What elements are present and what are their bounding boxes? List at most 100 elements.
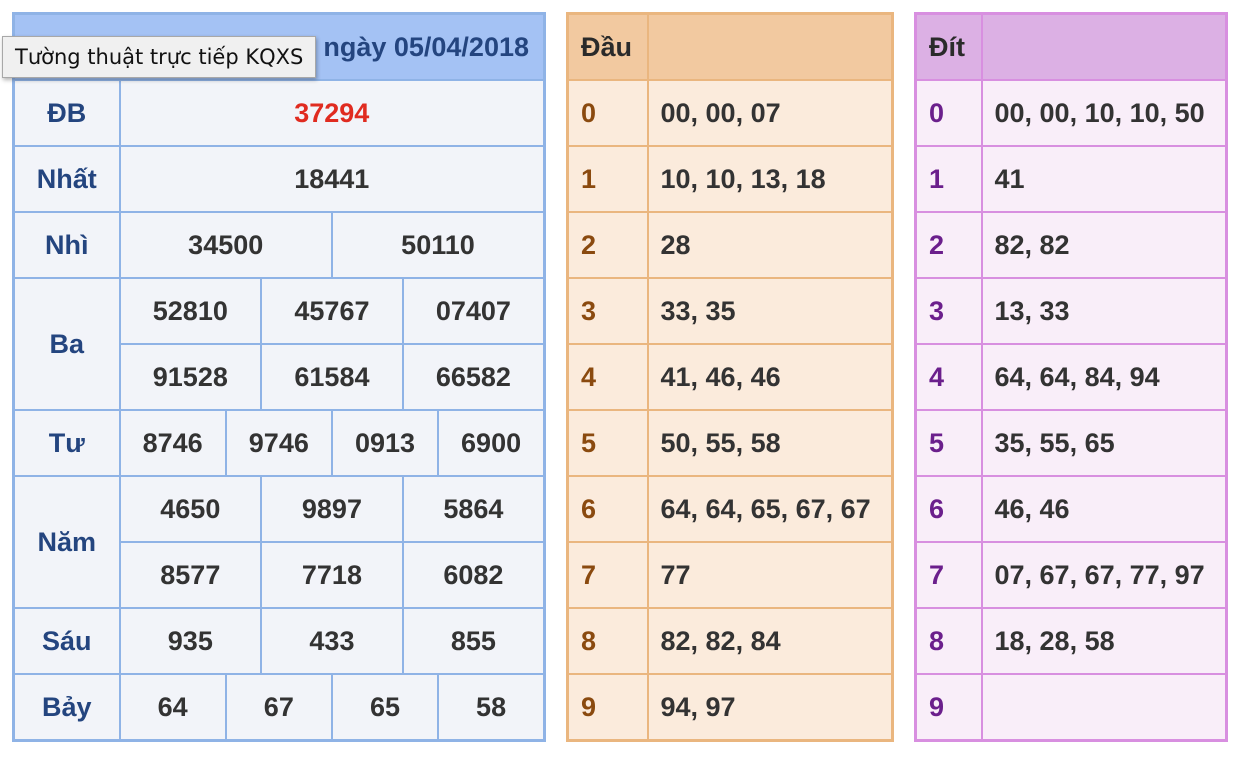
prize-row-ba: Ba 52810 45767 07407: [12, 277, 546, 411]
prize-row-db: ĐB 37294: [12, 79, 546, 147]
prize-value: 61584: [260, 343, 404, 411]
results-table: ngày 05/04/2018 ĐB 37294 Nhất 18441 Nhì …: [12, 12, 546, 742]
dau-row: 6 64, 64, 65, 67, 67: [566, 475, 894, 543]
dau-header: Đầu: [566, 12, 649, 81]
prize-value: 9897: [260, 475, 404, 543]
digit: 5: [914, 409, 983, 477]
prize-value: 58: [437, 673, 546, 742]
digit: 1: [566, 145, 649, 213]
prize-value-special: 37294: [118, 79, 546, 147]
prize-value: 64: [118, 673, 227, 742]
prize-label: Tư: [12, 409, 121, 477]
prize-value: 34500: [118, 211, 333, 279]
dau-row: 1 10, 10, 13, 18: [566, 145, 894, 213]
prize-label: Nhì: [12, 211, 121, 279]
prize-value: 8577: [118, 541, 263, 609]
dau-header-row: Đầu: [566, 12, 894, 81]
digit: 2: [566, 211, 649, 279]
numbers: 46, 46: [980, 475, 1228, 543]
digit: 6: [914, 475, 983, 543]
digit: 8: [914, 607, 983, 675]
numbers: 64, 64, 84, 94: [980, 343, 1228, 411]
numbers: 07, 67, 67, 77, 97: [980, 541, 1228, 609]
prize-label: ĐB: [12, 79, 121, 147]
dau-row: 3 33, 35: [566, 277, 894, 345]
numbers: 50, 55, 58: [646, 409, 894, 477]
dit-header-blank: [980, 12, 1228, 81]
digit: 9: [566, 673, 649, 742]
prize-row-nhi: Nhì 34500 50110: [12, 211, 546, 279]
digit: 5: [566, 409, 649, 477]
numbers: 13, 33: [980, 277, 1228, 345]
digit: 7: [566, 541, 649, 609]
prize-value: 9746: [224, 409, 333, 477]
numbers: 41, 46, 46: [646, 343, 894, 411]
prize-value: 66582: [401, 343, 546, 411]
numbers: 35, 55, 65: [980, 409, 1228, 477]
digit: 0: [914, 79, 983, 147]
prize-value: 935: [118, 607, 263, 675]
prize-label: Nhất: [12, 145, 121, 213]
dit-row: 9: [914, 673, 1228, 742]
dau-table: Đầu 0 00, 00, 07 1 10, 10, 13, 18 2 28 3 33,…: [566, 12, 894, 742]
digit: 0: [566, 79, 649, 147]
dau-row: 8 82, 82, 84: [566, 607, 894, 675]
dit-row: 4 64, 64, 84, 94: [914, 343, 1228, 411]
prize-row-bay: Bảy 64 67 65 58: [12, 673, 546, 742]
prize-value: 50110: [330, 211, 546, 279]
prize-value: 18441: [118, 145, 546, 213]
prize-value: 6082: [401, 541, 546, 609]
dit-header: Đít: [914, 12, 983, 81]
prize-value: 5864: [401, 475, 546, 543]
dau-header-blank: [646, 12, 894, 81]
dau-row: 4 41, 46, 46: [566, 343, 894, 411]
prize-value: 8746: [118, 409, 227, 477]
prize-label: Năm: [12, 475, 121, 609]
dit-row: 3 13, 33: [914, 277, 1228, 345]
numbers: 82, 82, 84: [646, 607, 894, 675]
prize-value: 91528: [118, 343, 263, 411]
dit-row: 5 35, 55, 65: [914, 409, 1228, 477]
dau-row: 0 00, 00, 07: [566, 79, 894, 147]
numbers: 18, 28, 58: [980, 607, 1228, 675]
dit-row: 2 82, 82: [914, 211, 1228, 279]
prize-value: 7718: [260, 541, 404, 609]
dit-row: 0 00, 00, 10, 10, 50: [914, 79, 1228, 147]
numbers: 94, 97: [646, 673, 894, 742]
numbers: 00, 00, 07: [646, 79, 894, 147]
dit-header-row: Đít: [914, 12, 1228, 81]
prize-value: 52810: [118, 277, 263, 345]
numbers: 41: [980, 145, 1228, 213]
dau-row: 9 94, 97: [566, 673, 894, 742]
digit: 4: [566, 343, 649, 411]
digit: 6: [566, 475, 649, 543]
prize-label: Sáu: [12, 607, 121, 675]
dit-row: 1 41: [914, 145, 1228, 213]
numbers: 00, 00, 10, 10, 50: [980, 79, 1228, 147]
prize-label: Bảy: [12, 673, 121, 742]
prize-value: 6900: [437, 409, 546, 477]
prize-value: 67: [224, 673, 333, 742]
prize-row-nam: Năm 4650 9897 5864: [12, 475, 546, 609]
digit: 3: [914, 277, 983, 345]
prize-label: Ba: [12, 277, 121, 411]
numbers: 10, 10, 13, 18: [646, 145, 894, 213]
prize-value: 0913: [330, 409, 440, 477]
dau-row: 2 28: [566, 211, 894, 279]
digit: 9: [914, 673, 983, 742]
prize-value: 4650: [118, 475, 263, 543]
tooltip: Tường thuật trực tiếp KQXS: [2, 36, 317, 78]
numbers: 77: [646, 541, 894, 609]
digit: 1: [914, 145, 983, 213]
dit-table: Đít 0 00, 00, 10, 10, 50 1 41 2 82, 82 3 13,…: [914, 12, 1228, 742]
prize-value: 65: [330, 673, 440, 742]
numbers: 64, 64, 65, 67, 67: [646, 475, 894, 543]
prize-row-sau: Sáu 935 433 855: [12, 607, 546, 675]
digit: 3: [566, 277, 649, 345]
digit: 8: [566, 607, 649, 675]
numbers: 82, 82: [980, 211, 1228, 279]
prize-row-tu: Tư 8746 9746 0913 6900: [12, 409, 546, 477]
prize-value: 45767: [260, 277, 404, 345]
prize-value: 855: [401, 607, 546, 675]
digit: 7: [914, 541, 983, 609]
